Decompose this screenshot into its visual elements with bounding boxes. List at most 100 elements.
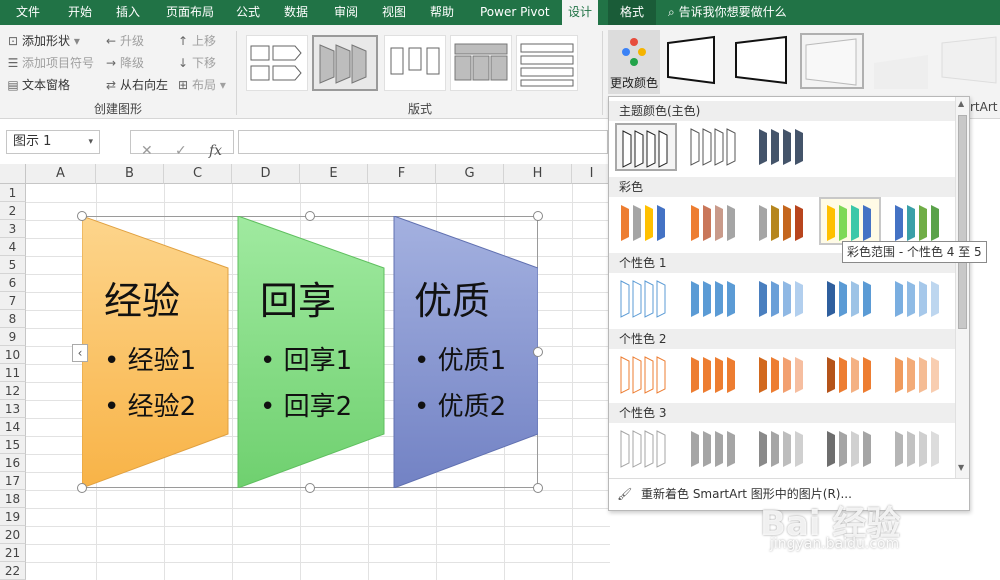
color-option-colorful-3[interactable] — [753, 199, 815, 247]
right-to-left-button[interactable]: ⇄ 从右向左 — [104, 75, 168, 95]
move-down-button[interactable]: ↓ 下移 — [176, 53, 216, 73]
color-option-accent3-5[interactable] — [889, 425, 951, 473]
row-header[interactable]: 1 — [0, 184, 26, 202]
row-header[interactable]: 22 — [0, 562, 26, 580]
color-option-accent3-3[interactable] — [753, 425, 815, 473]
color-option-accent3-2[interactable] — [685, 425, 747, 473]
color-option-accent1-5[interactable] — [889, 275, 951, 323]
column-header[interactable]: H — [504, 164, 572, 184]
color-option-primary-2[interactable] — [685, 123, 747, 171]
resize-handle[interactable] — [533, 211, 543, 221]
layout-option-3[interactable] — [384, 35, 446, 91]
column-header[interactable]: I — [572, 164, 610, 184]
resize-handle[interactable] — [77, 211, 87, 221]
row-header[interactable]: 21 — [0, 544, 26, 562]
resize-handle[interactable] — [305, 211, 315, 221]
row-header[interactable]: 5 — [0, 256, 26, 274]
layout-option-5[interactable] — [516, 35, 578, 91]
row-header[interactable]: 4 — [0, 238, 26, 256]
resize-handle[interactable] — [77, 483, 87, 493]
color-option-accent1-4[interactable] — [821, 275, 883, 323]
smartart-style-4[interactable] — [870, 33, 934, 89]
cancel-icon[interactable]: ✕ — [141, 139, 153, 163]
color-option-accent3-1[interactable] — [615, 425, 677, 473]
tab-page-layout[interactable]: 页面布局 — [160, 0, 220, 25]
resize-handle[interactable] — [533, 347, 543, 357]
color-option-accent3-4[interactable] — [821, 425, 883, 473]
color-option-accent2-5[interactable] — [889, 351, 951, 399]
tab-home[interactable]: 开始 — [62, 0, 98, 25]
tell-me-box[interactable]: ⌕ 告诉我你想要做什么 — [668, 0, 787, 25]
add-shape-button[interactable]: ⊡ 添加形状 ▾ — [6, 31, 80, 51]
color-option-colorful-1[interactable] — [615, 199, 677, 247]
color-option-accent2-4[interactable] — [821, 351, 883, 399]
color-option-accent2-1[interactable] — [615, 351, 677, 399]
row-header[interactable]: 19 — [0, 508, 26, 526]
row-header[interactable]: 3 — [0, 220, 26, 238]
color-option-accent2-2[interactable] — [685, 351, 747, 399]
scroll-down-icon[interactable]: ▼ — [958, 463, 964, 472]
function-icon[interactable]: fx — [209, 139, 222, 163]
scrollbar-thumb[interactable] — [958, 115, 967, 329]
resize-handle[interactable] — [533, 483, 543, 493]
row-header[interactable]: 9 — [0, 328, 26, 346]
row-header[interactable]: 15 — [0, 436, 26, 454]
row-header[interactable]: 12 — [0, 382, 26, 400]
move-up-button[interactable]: ↑ 上移 — [176, 31, 216, 51]
row-header[interactable]: 10 — [0, 346, 26, 364]
tab-view[interactable]: 视图 — [376, 0, 412, 25]
panel-scrollbar[interactable]: ▲ ▼ — [955, 97, 969, 478]
smartart-graphic[interactable]: 经验 • 经验1 • 经验2 回享 • 回享1 • 回享2 优质 • 优质1 •… — [72, 211, 543, 493]
tab-design[interactable]: 设计 — [562, 0, 599, 25]
demote-button[interactable]: → 降级 — [104, 53, 144, 73]
layout-option-2-selected[interactable] — [312, 35, 378, 91]
tab-insert[interactable]: 插入 — [110, 0, 146, 25]
smartart-style-3[interactable] — [800, 33, 864, 89]
color-option-colorful-2[interactable] — [685, 199, 747, 247]
column-header[interactable]: A — [26, 164, 96, 184]
resize-handle[interactable] — [305, 483, 315, 493]
row-header[interactable]: 18 — [0, 490, 26, 508]
smartart-style-1[interactable] — [664, 33, 728, 89]
color-option-accent1-3[interactable] — [753, 275, 815, 323]
row-header[interactable]: 7 — [0, 292, 26, 310]
color-option-colorful-5[interactable] — [889, 199, 951, 247]
color-option-primary-1[interactable] — [615, 123, 677, 171]
layout-button[interactable]: ⊞ 布局 ▾ — [176, 75, 226, 95]
layout-option-1[interactable] — [246, 35, 308, 91]
tab-data[interactable]: 数据 — [278, 0, 314, 25]
tab-help[interactable]: 帮助 — [424, 0, 460, 25]
select-all-corner[interactable] — [0, 164, 26, 184]
column-header[interactable]: D — [232, 164, 300, 184]
confirm-icon[interactable]: ✓ — [175, 139, 187, 163]
column-header[interactable]: E — [300, 164, 368, 184]
tab-formulas[interactable]: 公式 — [230, 0, 266, 25]
color-option-accent1-2[interactable] — [685, 275, 747, 323]
row-header[interactable]: 13 — [0, 400, 26, 418]
row-header[interactable]: 2 — [0, 202, 26, 220]
row-header[interactable]: 11 — [0, 364, 26, 382]
row-header[interactable]: 16 — [0, 454, 26, 472]
formula-input[interactable] — [238, 130, 608, 154]
row-header[interactable]: 14 — [0, 418, 26, 436]
color-option-accent2-3[interactable] — [753, 351, 815, 399]
add-bullet-button[interactable]: ☰ 添加项目符号 — [6, 53, 94, 73]
row-header[interactable]: 17 — [0, 472, 26, 490]
column-header[interactable]: C — [164, 164, 232, 184]
change-colors-button[interactable]: 更改颜色▾ — [608, 30, 660, 105]
name-box[interactable]: 图示 1 ▾ — [6, 130, 100, 154]
row-header[interactable]: 6 — [0, 274, 26, 292]
layout-option-4[interactable] — [450, 35, 512, 91]
color-option-primary-3[interactable] — [753, 123, 815, 171]
color-option-colorful-4-hovered[interactable] — [819, 197, 881, 245]
tab-power-pivot[interactable]: Power Pivot — [474, 0, 556, 25]
text-pane-toggle-icon[interactable]: ‹ — [72, 344, 88, 362]
tab-review[interactable]: 审阅 — [328, 0, 364, 25]
smartart-style-5[interactable] — [938, 33, 1000, 89]
scroll-up-icon[interactable]: ▲ — [958, 99, 964, 108]
row-header[interactable]: 8 — [0, 310, 26, 328]
column-header[interactable]: G — [436, 164, 504, 184]
tab-file[interactable]: 文件 — [10, 0, 46, 25]
column-header[interactable]: F — [368, 164, 436, 184]
smartart-style-2[interactable] — [732, 33, 796, 89]
